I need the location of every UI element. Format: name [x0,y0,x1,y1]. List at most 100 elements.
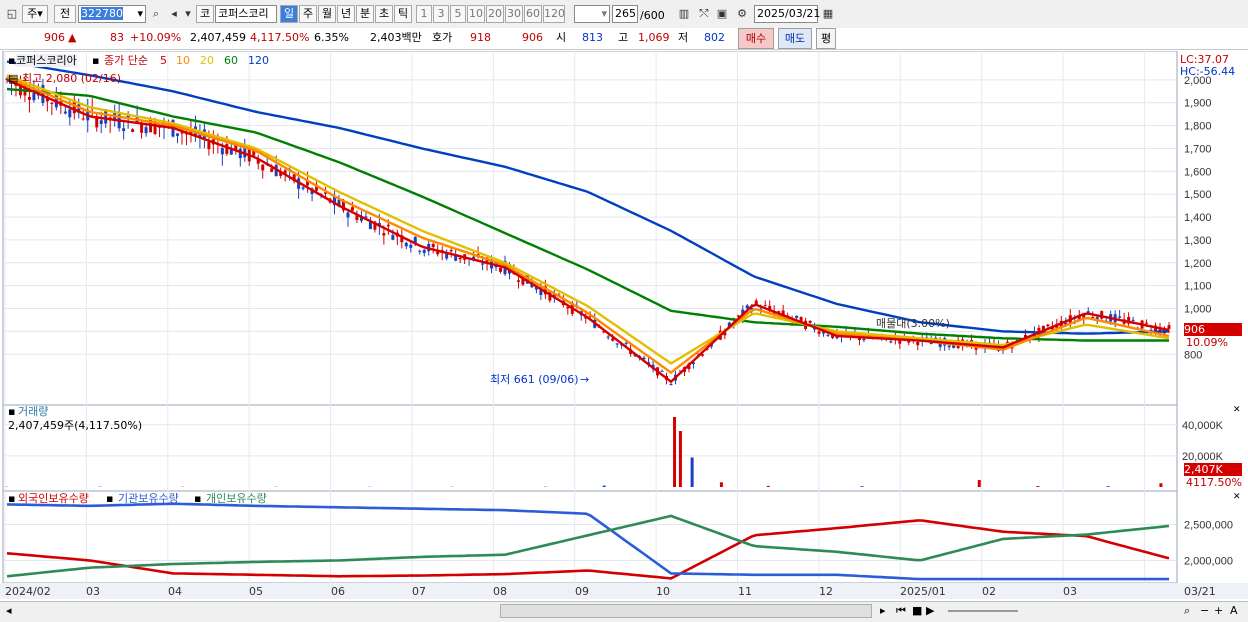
candle-body [1118,316,1121,317]
ma-legend-item: 5 [160,54,167,67]
change-pct: +10.09% [130,31,181,45]
period-tab[interactable]: 분 [356,5,374,23]
search-icon[interactable]: ⌕ [148,5,164,23]
candle-body [405,243,408,246]
scroll-left-icon[interactable]: ◂ [6,604,12,617]
x-tick-label: 10 [656,585,670,598]
stop-icon[interactable]: ■ [912,604,922,617]
candle-body [517,280,520,282]
low-label: 저 [678,31,688,45]
period-tab[interactable]: 틱 [394,5,412,23]
market-select[interactable]: 주▾ [22,5,48,23]
x-tick-label: 2025/01 [900,585,946,598]
volume-value: 2,407,459 [190,31,246,45]
eval-button[interactable]: 평 [816,28,836,49]
hc-label: HC:-56.44 [1180,65,1235,78]
legend-ma-label[interactable]: 종가 단순 [104,54,148,67]
date-input[interactable]: 2025/03/21 [754,5,818,23]
candle-body [122,128,125,131]
window-icon[interactable]: ◱ [4,5,20,23]
market-type-button[interactable]: 코 [196,5,214,23]
code-value: 322780 [81,7,123,20]
candle-body [270,168,273,171]
zoom-in-icon[interactable]: + [1214,604,1223,617]
panel-frame [3,405,1177,491]
candle-body [607,337,610,338]
minute-tab[interactable]: 1 [416,5,432,23]
volume-bar [691,457,694,487]
legend-stock-name[interactable]: 코퍼스코리아 [16,54,77,67]
minute-tab[interactable]: 30 [505,5,523,23]
candle-body [1132,320,1135,321]
minute-tab[interactable]: 10 [467,5,485,23]
candle-icon[interactable]: ▥ [676,5,692,23]
legend-icon: ▪ [8,492,15,505]
rewind-icon[interactable]: ⏮ [896,604,906,617]
candle-body [948,346,951,347]
line-chart-icon[interactable]: ⤲ [696,5,712,23]
candle-body [1046,325,1049,327]
gear-icon[interactable]: ⚙ [734,5,750,23]
close-icon[interactable]: ✕ [1233,404,1241,417]
candle-body [131,129,134,132]
y-tick-label: 2,000,000 [1184,555,1233,567]
volume-bar [1159,483,1162,487]
sell-button[interactable]: 매도 [778,28,812,49]
minute-tab[interactable]: 20 [486,5,504,23]
volume-bar [767,486,770,487]
x-tick-label: 03 [86,585,100,598]
chevron-down-icon[interactable]: ▾ [137,6,143,22]
period-tab[interactable]: 주 [299,5,317,23]
candle-body [82,118,85,119]
x-axis-band [0,583,1248,599]
legend-institution[interactable]: 기관보유수량 [118,492,179,505]
minute-tab[interactable]: 60 [524,5,542,23]
stock-name-field[interactable]: 코퍼스코리 [215,5,277,23]
minute-tab[interactable]: 3 [433,5,449,23]
calendar-icon[interactable]: ▦ [820,5,836,23]
code-input[interactable]: 322780 ▾ [78,5,146,23]
prev-button[interactable]: 전 [54,5,76,23]
legend-icon: ▪ [8,54,15,67]
scroll-thumb[interactable] [500,604,872,618]
menu-icon[interactable]: ▤ [8,72,18,85]
candle-body [50,103,53,104]
x-tick-label: 09 [575,585,589,598]
ma-legend-item: 20 [200,54,214,67]
candle-body [100,120,103,124]
volume-bar [603,486,606,487]
minute-tab[interactable]: 120 [543,5,565,23]
close-icon[interactable]: ✕ [1233,491,1241,504]
candle-body [661,371,664,372]
minute-tab[interactable]: 5 [450,5,466,23]
save-icon[interactable]: ▣ [714,5,730,23]
count-max: /600 [640,9,665,22]
zoom-out-icon[interactable]: − [1200,604,1209,617]
chevron-down-icon[interactable]: ▾ [180,5,196,23]
y-tick-label: 1,000 [1184,304,1212,316]
period-tab[interactable]: 일 [280,5,298,23]
period-tab[interactable]: 년 [337,5,355,23]
interval-select[interactable]: ▾ [574,5,610,23]
panel-frame [3,51,1177,405]
moving-averages [7,62,1169,382]
count-input[interactable]: 265 [612,5,638,23]
scroll-right-icon[interactable]: ▸ [880,604,886,617]
period-tab[interactable]: 월 [318,5,336,23]
buy-button[interactable]: 매수 [738,28,774,49]
play-icon[interactable]: ▶ [926,604,934,617]
y-tick-label: 1,100 [1184,281,1212,293]
legend-icon: ▪ [8,405,15,418]
legend-foreign[interactable]: 외국인보유수량 [18,492,89,505]
legend-individual[interactable]: 개인보유수량 [206,492,267,505]
volume-title[interactable]: 거래량 [18,405,48,418]
candle-body [418,251,421,252]
volume-pct: 4,117.50% [250,31,309,45]
font-icon[interactable]: A [1230,604,1238,617]
volume-profile-label: 매물대(3.00%) [876,317,950,330]
candle-body [432,244,435,247]
period-tab[interactable]: 초 [375,5,393,23]
zoom-icon[interactable]: ⌕ [1184,604,1190,617]
arrow-right-icon: → [580,373,589,386]
zoom-slider[interactable] [948,610,1018,612]
